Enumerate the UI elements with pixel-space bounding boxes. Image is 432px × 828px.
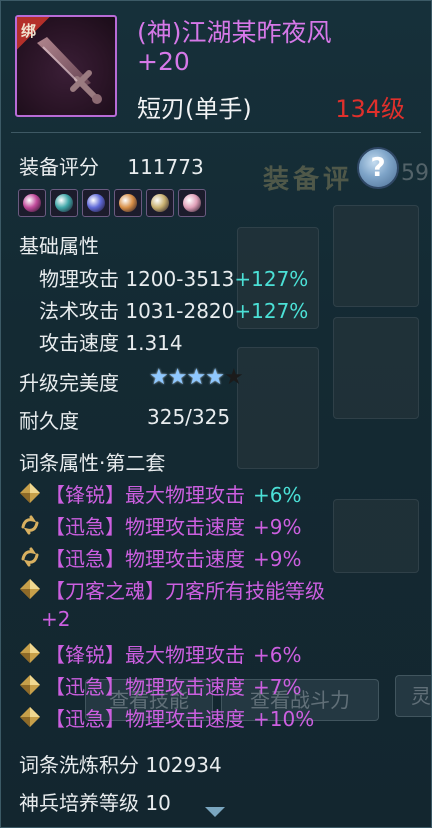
affix-value: +6% xyxy=(253,483,302,507)
gem-gold-orb-icon[interactable] xyxy=(114,189,142,217)
star-empty-icon: ★ xyxy=(223,365,244,390)
affix-text: 最大物理攻击 xyxy=(125,483,245,507)
cultivate-row: 神兵培养等级 10 xyxy=(19,791,171,815)
score-row: 装备评分 111773 xyxy=(19,151,204,180)
affix-value: +9% xyxy=(253,547,302,571)
affix-text: 物理攻击速度 xyxy=(125,675,245,699)
affix-text: 刀客所有技能等级 xyxy=(165,579,325,603)
durability-row: 耐久度 xyxy=(19,405,79,434)
item-level: 134级 xyxy=(335,95,405,123)
scroll-down-icon[interactable] xyxy=(205,807,225,817)
affix-row: 【迅急】物理攻击速度 +9% xyxy=(45,543,302,572)
score-label: 装备评分 xyxy=(19,155,99,179)
help-icon[interactable]: ? xyxy=(357,147,399,189)
affix-tag: 【刀客之魂】 xyxy=(45,579,165,603)
bg-slot xyxy=(333,317,419,419)
item-name: (神)江湖某昨夜风 +20 xyxy=(137,18,332,76)
affix-text: 最大物理攻击 xyxy=(125,643,245,667)
gem-pearl-icon[interactable] xyxy=(146,189,174,217)
affix-value: +7% xyxy=(253,675,302,699)
affix-value: +10% xyxy=(253,707,315,731)
diamond-rune-icon xyxy=(20,643,40,663)
gem-teal-icon[interactable] xyxy=(50,189,78,217)
affix-value: +9% xyxy=(253,515,302,539)
base-stats-title: 基础属性 xyxy=(19,234,99,258)
gem-pink-icon[interactable] xyxy=(18,189,46,217)
affix-tag: 【迅急】 xyxy=(45,515,125,539)
stat-row-attack-speed: 攻击速度 1.314 xyxy=(39,331,183,355)
affix-text: 物理攻击速度 xyxy=(125,707,245,731)
affix-row: 【迅急】物理攻击速度 +9% xyxy=(45,511,302,540)
affix-value: +6% xyxy=(253,643,302,667)
star-filled-icon: ★ xyxy=(186,365,207,390)
affix-text: 物理攻击速度 xyxy=(125,515,245,539)
stat-row-physical-attack: 物理攻击 1200-3513+127% xyxy=(39,267,309,291)
bind-label: 绑 xyxy=(21,22,37,40)
affix-tag: 【迅急】 xyxy=(45,675,125,699)
bg-slot xyxy=(333,499,419,573)
divider xyxy=(11,132,421,133)
affix-tag: 【迅急】 xyxy=(45,707,125,731)
bg-slot xyxy=(333,205,419,307)
stat-row-magic-attack: 法术攻击 1031-2820+127% xyxy=(39,299,309,323)
affix-row: 【锋锐】最大物理攻击 +6% xyxy=(45,639,302,668)
bg-score-label: 装备评 xyxy=(263,165,354,195)
score-value: 111773 xyxy=(127,155,204,179)
durability-label: 耐久度 xyxy=(19,409,79,433)
upgrade-stars: ★★★★★ xyxy=(149,365,244,390)
gem-pink-cluster-icon[interactable] xyxy=(178,189,206,217)
affix-tag: 【迅急】 xyxy=(45,547,125,571)
refine-row: 词条洗炼积分 102934 xyxy=(19,753,222,777)
upgrade-label: 升级完美度 xyxy=(19,371,119,395)
star-filled-icon: ★ xyxy=(149,365,169,390)
diamond-rune-icon xyxy=(20,707,40,727)
diamond-rune-icon xyxy=(20,675,40,695)
affix-row: 【刀客之魂】刀客所有技能等级 xyxy=(45,575,325,604)
item-icon: 绑 xyxy=(15,15,117,117)
bg-score-number: 59 xyxy=(401,161,429,186)
bg-side-button[interactable]: 灵 xyxy=(395,675,431,717)
affix-row: 【锋锐】最大物理攻击 +6% xyxy=(45,479,302,508)
item-tooltip-panel: 装备评 59 查看技能 查看战斗力 灵 绑 (神)江湖某昨夜风 +20 短刃(单… xyxy=(0,0,432,828)
swirl-rune-icon xyxy=(21,547,39,567)
affix-value: +2 xyxy=(41,607,71,631)
affix-row: 【迅急】物理攻击速度 +10% xyxy=(45,703,314,732)
star-filled-icon: ★ xyxy=(167,365,188,390)
affix-tag: 【锋锐】 xyxy=(45,643,125,667)
gem-blue-icon[interactable] xyxy=(82,189,110,217)
affix-row: 【迅急】物理攻击速度 +7% xyxy=(45,671,302,700)
item-type: 短刃(单手) xyxy=(137,95,252,123)
affix-tag: 【锋锐】 xyxy=(45,483,125,507)
bg-slot xyxy=(237,347,319,469)
affix-text: 物理攻击速度 xyxy=(125,547,245,571)
diamond-rune-icon xyxy=(20,579,40,599)
affix-title: 词条属性·第二套 xyxy=(19,451,166,475)
swirl-rune-icon xyxy=(21,515,39,535)
bind-badge: 绑 xyxy=(17,17,63,63)
item-name-line1: (神)江湖某昨夜风 xyxy=(137,18,332,47)
diamond-rune-icon xyxy=(20,483,40,503)
item-name-line2: +20 xyxy=(137,47,190,76)
durability-value: 325/325 xyxy=(147,405,231,429)
star-filled-icon: ★ xyxy=(205,365,225,390)
